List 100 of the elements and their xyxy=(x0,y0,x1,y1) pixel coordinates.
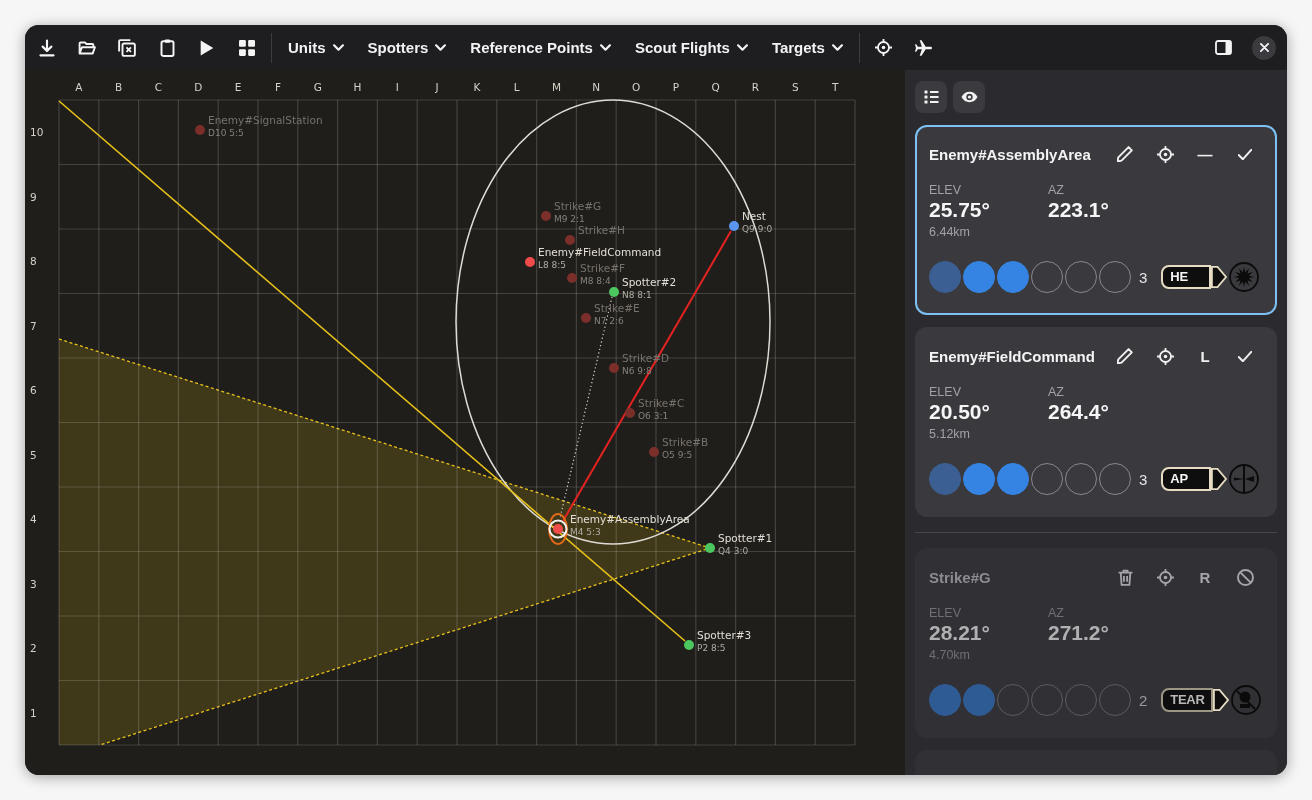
marker-dot-icon[interactable] xyxy=(567,273,577,283)
check-icon xyxy=(1238,148,1252,160)
marker-dot-icon[interactable] xyxy=(541,211,551,221)
download-icon xyxy=(38,38,56,57)
marker-label: Strike#G xyxy=(554,200,602,212)
marker-label: Spotter#3 xyxy=(697,629,752,641)
round-count: 3 xyxy=(1139,268,1148,286)
marker-dot-icon[interactable] xyxy=(581,313,591,323)
marker-label: Strike#B xyxy=(662,436,709,448)
grid-reference: L8 8:5 xyxy=(538,260,567,270)
menu-button[interactable]: Reference Points xyxy=(460,29,621,66)
round-slot-icon[interactable] xyxy=(963,463,995,495)
azimuth-value: 271.2° xyxy=(1048,621,1109,645)
target-card[interactable]: Enemy#FieldCommand L ELEV 20.50° 5.12km AZ 264.4° 3 AP xyxy=(915,327,1277,517)
chevron-down-icon xyxy=(831,44,843,51)
close-button[interactable] xyxy=(1252,35,1276,60)
column-label: D xyxy=(194,81,203,93)
column-label: Q xyxy=(711,81,720,93)
marker-label: Spotter#1 xyxy=(718,532,773,544)
check-icon xyxy=(1238,350,1252,362)
round-slot-icon[interactable] xyxy=(997,463,1029,495)
target-card[interactable]: Enemy#AssemblyArea — ELEV 25.75° 6.44km AZ 223.1° 3 HE xyxy=(915,125,1277,315)
side-toggle[interactable]: L xyxy=(1187,341,1223,371)
marker-label: Strike#F xyxy=(580,262,626,274)
trash-icon xyxy=(1117,568,1133,586)
stat-label: ELEV xyxy=(929,605,961,621)
gas-mask-icon xyxy=(1230,685,1261,715)
row-label: 7 xyxy=(30,319,37,332)
pencil-icon xyxy=(1117,146,1133,162)
marker-dot-icon[interactable] xyxy=(195,125,205,135)
grid-reference: Q9 9:0 xyxy=(742,224,773,234)
row-label: 2 xyxy=(30,642,37,655)
marker-label: Strike#C xyxy=(638,397,685,409)
side-toggle[interactable]: — xyxy=(1187,139,1223,169)
row-label: 3 xyxy=(30,577,37,590)
card-title: Strike#G xyxy=(929,568,992,586)
marker-label: Strike#H xyxy=(578,224,625,236)
grid-reference: M9 2:1 xyxy=(554,214,585,224)
pencil-icon xyxy=(1117,348,1133,364)
round-slot-icon[interactable] xyxy=(997,261,1029,293)
row-label: 6 xyxy=(30,384,37,397)
column-label: R xyxy=(751,81,760,93)
grid-reference: D10 5:5 xyxy=(208,128,244,138)
stat-label: AZ xyxy=(1048,605,1064,621)
column-label: N xyxy=(592,81,601,93)
grid-reference: O5 9:5 xyxy=(662,450,693,460)
marker-dot-icon[interactable] xyxy=(609,363,619,373)
azimuth-value: 223.1° xyxy=(1048,198,1109,222)
play-icon xyxy=(200,39,214,56)
airplane-icon xyxy=(915,39,933,56)
column-label: I xyxy=(395,81,399,93)
copy-x-icon xyxy=(118,38,136,57)
menu-button[interactable]: Targets xyxy=(761,29,853,66)
shell-tip-icon xyxy=(1211,467,1228,491)
stat-label: AZ xyxy=(1048,182,1064,198)
marker-dot-icon[interactable] xyxy=(684,640,694,650)
marker-dot-icon[interactable] xyxy=(565,235,575,245)
marker-dot-icon[interactable] xyxy=(649,447,659,457)
crosshair-icon xyxy=(1156,347,1174,365)
menu-button[interactable]: Scout Flights xyxy=(624,29,758,66)
chevron-down-icon xyxy=(332,44,344,51)
marker-dot-icon[interactable] xyxy=(705,543,715,553)
grid-reference: M8 8:4 xyxy=(580,276,611,286)
marker-label: Strike#E xyxy=(594,302,640,314)
grid-reference: O6 3:1 xyxy=(638,411,669,421)
shell-tip-icon xyxy=(1211,265,1228,289)
column-label: C xyxy=(154,81,163,93)
range-value: 4.70km xyxy=(929,647,970,663)
marker-dot-icon[interactable] xyxy=(729,221,739,231)
stat-label: AZ xyxy=(1048,384,1064,400)
shell-tip-icon xyxy=(1212,688,1229,712)
column-label: J xyxy=(435,81,439,93)
stat-label: ELEV xyxy=(929,384,961,400)
column-label: E xyxy=(234,81,242,93)
column-label: L xyxy=(513,81,520,93)
list-view-button[interactable] xyxy=(915,81,947,113)
marker-dot-icon[interactable] xyxy=(553,524,563,534)
menu-button[interactable]: Units xyxy=(278,29,354,66)
round-count: 2 xyxy=(1139,691,1148,709)
marker-dot-icon[interactable] xyxy=(609,287,619,297)
column-label: T xyxy=(831,81,839,93)
visibility-button[interactable] xyxy=(953,81,985,113)
row-label: 10 xyxy=(30,126,44,139)
marker-dot-icon[interactable] xyxy=(625,408,635,418)
round-slot-icon[interactable] xyxy=(963,261,995,293)
stat-label: ELEV xyxy=(929,182,961,198)
grid-icon xyxy=(239,39,255,56)
clipboard-icon xyxy=(159,38,175,57)
row-label: 9 xyxy=(30,190,37,203)
explosion-icon xyxy=(1229,262,1260,292)
crosshair-icon xyxy=(875,39,893,56)
column-label: P xyxy=(672,81,680,93)
marker-dot-icon[interactable] xyxy=(525,257,535,267)
card-title: Enemy#AssemblyArea xyxy=(929,145,1092,163)
column-label: B xyxy=(115,81,123,93)
row-label: 1 xyxy=(30,706,37,719)
grid-reference: N8 8:1 xyxy=(622,290,652,300)
ban-icon xyxy=(1236,568,1254,586)
menu-button[interactable]: Spotters xyxy=(357,29,457,66)
row-label: 4 xyxy=(30,513,37,526)
